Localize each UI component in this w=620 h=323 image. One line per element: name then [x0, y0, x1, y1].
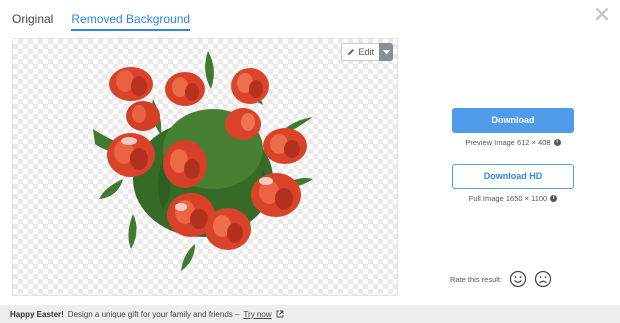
- external-link-icon[interactable]: [276, 310, 284, 318]
- frown-icon[interactable]: [534, 270, 552, 288]
- close-icon[interactable]: [594, 6, 610, 22]
- download-button[interactable]: Download: [452, 108, 574, 133]
- full-image-info: Full Image 1650 × 1100 i: [452, 194, 574, 203]
- download-hd-button[interactable]: Download HD: [452, 164, 574, 189]
- result-image-canvas: Edit: [12, 38, 398, 296]
- tab-original[interactable]: Original: [12, 12, 53, 31]
- rating-row: Rate this result:: [450, 270, 552, 288]
- info-icon[interactable]: i: [553, 139, 561, 146]
- edit-button[interactable]: Edit: [341, 43, 379, 61]
- full-size-text: Full Image 1650 × 1100: [468, 194, 548, 203]
- promo-link[interactable]: Try now: [243, 310, 271, 319]
- preview-info: Preview Image 612 × 408 i: [452, 138, 574, 147]
- edit-label: Edit: [358, 47, 374, 57]
- info-icon[interactable]: i: [550, 195, 558, 202]
- promo-headline: Happy Easter!: [10, 309, 64, 319]
- tab-removed-background[interactable]: Removed Background: [71, 12, 191, 31]
- download-panel: Download Preview Image 612 × 408 i Downl…: [452, 108, 574, 203]
- preview-size-text: Preview Image 612 × 408: [465, 138, 551, 147]
- edit-control: Edit: [341, 43, 393, 61]
- chevron-down-icon: [382, 49, 390, 54]
- smile-icon[interactable]: [509, 270, 527, 288]
- rating-label: Rate this result:: [450, 274, 503, 284]
- edit-menu-toggle[interactable]: [379, 43, 393, 61]
- tab-bar: Original Removed Background: [12, 12, 191, 31]
- promo-text: Design a unique gift for your family and…: [67, 309, 240, 319]
- promo-bar: Happy Easter! Design a unique gift for y…: [0, 305, 620, 323]
- tulip-bouquet-image: [93, 51, 313, 271]
- pencil-icon: [348, 49, 355, 55]
